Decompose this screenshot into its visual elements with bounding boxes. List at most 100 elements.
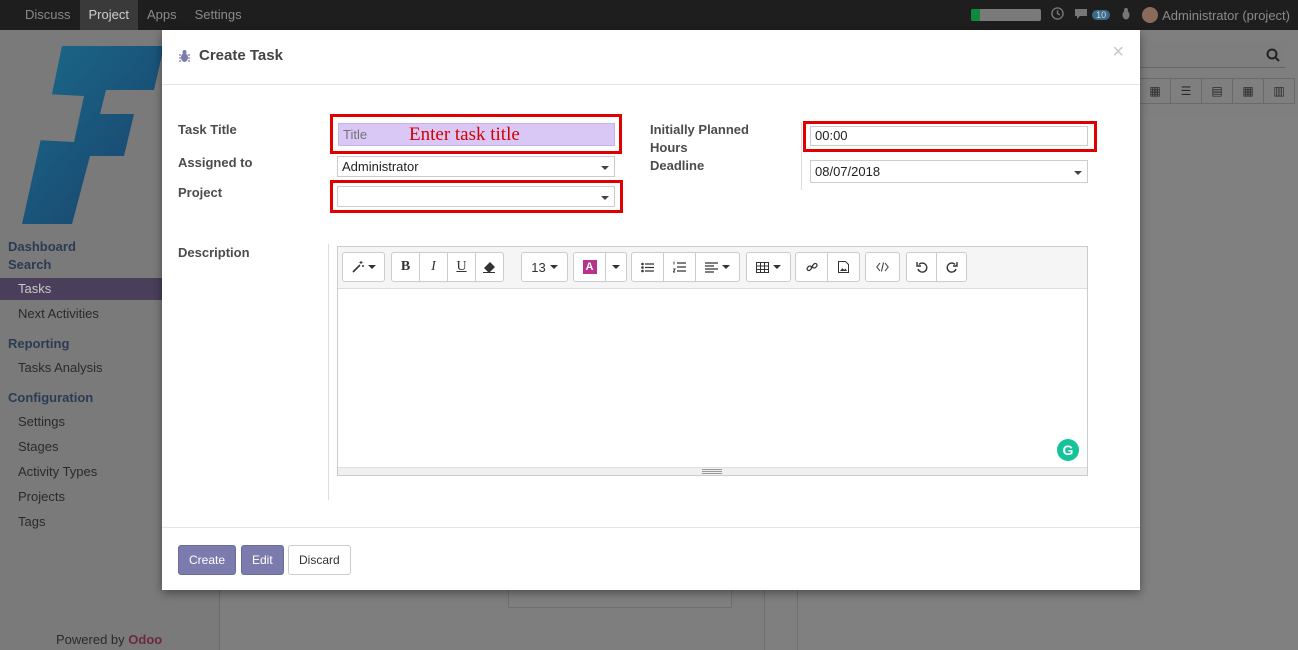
menu-discuss[interactable]: Discuss — [16, 0, 80, 30]
edit-button[interactable]: Edit — [241, 545, 284, 575]
bug-icon[interactable] — [1120, 7, 1132, 23]
kanban-view-icon[interactable]: ▦ — [1139, 78, 1171, 104]
font-style-group: B I U — [391, 252, 504, 282]
search-icon[interactable] — [1266, 48, 1280, 65]
code-view-button[interactable] — [865, 252, 900, 282]
code-icon — [876, 262, 889, 272]
insert-image-button[interactable] — [827, 252, 860, 282]
list-view-icon[interactable]: ☰ — [1170, 78, 1202, 104]
bold-button[interactable]: B — [391, 252, 420, 282]
underline-icon: U — [456, 259, 467, 274]
insert-link-button[interactable] — [795, 252, 828, 282]
grid-view-icon[interactable]: ▦ — [1232, 78, 1264, 104]
user-menu[interactable]: Administrator (project) — [1142, 7, 1290, 23]
italic-button[interactable]: I — [419, 252, 448, 282]
modal-header: Create Task × — [162, 30, 1140, 85]
bug-icon — [179, 49, 190, 62]
bullet-list-button[interactable] — [631, 252, 664, 282]
messages-badge: 10 — [1092, 10, 1111, 20]
editor-toolbar: B I U 13 A — [338, 247, 1087, 289]
insert-table-dropdown[interactable] — [746, 252, 791, 282]
deadline-value: 08/07/2018 — [815, 164, 881, 179]
font-color-icon: A — [582, 260, 597, 274]
font-size-dropdown[interactable]: 13 — [521, 252, 568, 282]
ordered-list-icon — [673, 261, 686, 273]
calendar-view-icon[interactable]: ▤ — [1201, 78, 1233, 104]
systray: 10 Administrator (project) — [971, 0, 1290, 30]
magic-wand-icon — [351, 261, 364, 273]
image-icon — [838, 261, 849, 273]
graph-view-icon[interactable]: ▥ — [1263, 78, 1295, 104]
top-navbar: Discuss Project Apps Settings 10 Adminis… — [0, 0, 1298, 30]
editor-resize-handle[interactable] — [338, 467, 1087, 475]
style-dropdown[interactable] — [342, 252, 385, 282]
create-button[interactable]: Create — [178, 545, 237, 575]
annotation-enter-task-title: Enter task title — [409, 124, 520, 145]
assigned-to-label: Assigned to — [178, 155, 253, 170]
style-group — [342, 252, 385, 282]
planned-hours-input[interactable]: 00:00 — [810, 126, 1088, 146]
project-label: Project — [178, 185, 223, 200]
powered-brand[interactable]: Odoo — [128, 632, 162, 647]
table-icon — [756, 261, 769, 273]
modal-title: Create Task — [178, 47, 283, 64]
table-group — [746, 252, 791, 282]
text-color-button[interactable]: A — [573, 252, 606, 282]
underline-button[interactable]: U — [447, 252, 476, 282]
grammarly-icon[interactable]: G — [1057, 439, 1079, 461]
color-group: A — [573, 252, 627, 282]
redo-button[interactable] — [936, 252, 967, 282]
avatar — [1142, 7, 1159, 23]
modal-footer: Create Edit Discard — [162, 527, 1140, 590]
menu-apps[interactable]: Apps — [138, 0, 186, 30]
description-divider — [328, 244, 329, 500]
bold-icon: B — [400, 259, 411, 274]
project-select[interactable] — [337, 186, 615, 207]
link-icon — [805, 262, 818, 272]
chevron-down-icon — [1074, 171, 1082, 175]
sidebar-section-configuration[interactable]: Configuration — [8, 390, 93, 405]
unordered-list-icon — [641, 262, 654, 272]
menu-project[interactable]: Project — [79, 0, 138, 30]
undo-button[interactable] — [906, 252, 937, 282]
history-group — [906, 252, 967, 282]
sidebar-section-reporting[interactable]: Reporting — [8, 336, 69, 351]
company-logo — [22, 46, 164, 224]
undo-icon — [915, 262, 927, 273]
powered-by-text: Powered by — [56, 632, 129, 647]
italic-icon: I — [431, 259, 436, 274]
font-size-group: 13 — [521, 252, 568, 282]
deadline-label: Deadline — [650, 158, 705, 173]
color-dropdown[interactable] — [605, 252, 627, 282]
description-editor: B I U 13 A G — [337, 246, 1088, 476]
create-task-dialog: Create Task × Task Title Enter task titl… — [162, 30, 1140, 590]
view-switcher: ▦ ☰ ▤ ▦ ▥ — [1139, 78, 1295, 104]
numbered-list-button[interactable] — [663, 252, 696, 282]
column-divider — [801, 122, 802, 190]
clear-format-button[interactable] — [475, 252, 504, 282]
user-name: Administrator (project) — [1162, 7, 1290, 23]
planned-hours-label-line1: Initially Planned — [650, 122, 749, 137]
sidebar-section-dashboard[interactable]: Dashboard — [8, 239, 76, 254]
insert-group — [795, 252, 860, 282]
planned-hours-label: Initially Planned Hours — [650, 121, 749, 157]
deadline-datepicker[interactable]: 08/07/2018 — [810, 160, 1088, 183]
planned-hours-label-line2: Hours — [650, 140, 688, 155]
align-dropdown[interactable] — [695, 252, 740, 282]
close-icon[interactable]: × — [1112, 42, 1124, 62]
app-menu: Discuss Project Apps Settings — [16, 0, 251, 30]
eraser-icon — [483, 261, 495, 273]
upload-progress — [971, 9, 1042, 21]
clock-icon[interactable] — [1051, 7, 1064, 23]
assigned-to-select[interactable]: Administrator — [337, 156, 615, 177]
font-size-value: 13 — [531, 259, 546, 275]
list-group — [631, 252, 740, 282]
modal-title-text: Create Task — [199, 47, 283, 64]
powered-by: Powered by Odoo — [56, 632, 162, 647]
menu-settings[interactable]: Settings — [186, 0, 251, 30]
description-textarea[interactable] — [338, 289, 1087, 469]
search-bar[interactable] — [1140, 44, 1286, 68]
messages-icon[interactable] — [1074, 8, 1088, 23]
sidebar-section-search[interactable]: Search — [8, 257, 51, 272]
discard-button[interactable]: Discard — [288, 545, 351, 575]
